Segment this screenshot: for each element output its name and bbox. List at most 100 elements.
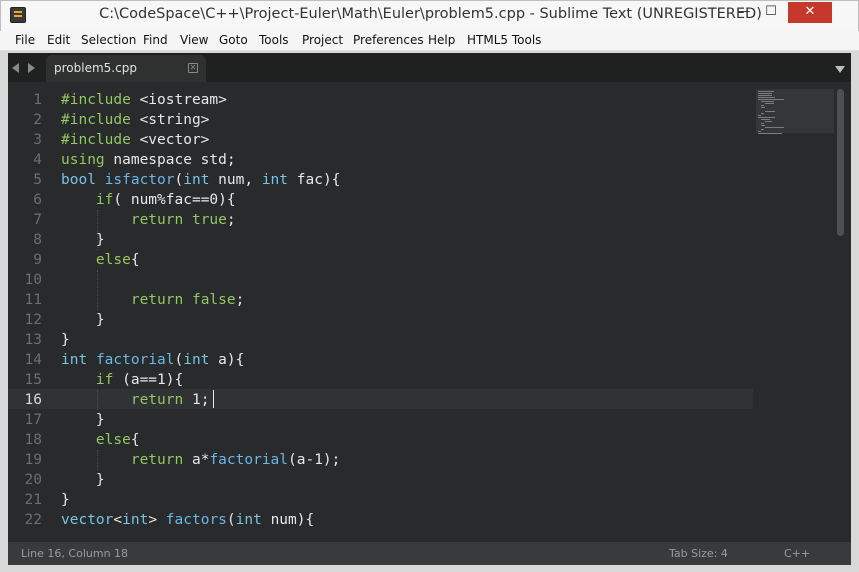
line-number-current: 16 (24, 392, 42, 408)
code-token: return (130, 392, 184, 408)
code-token: using (61, 152, 105, 168)
line-number: 15 (24, 372, 42, 388)
minimap-line (758, 97, 775, 98)
tab-problem5-cpp[interactable]: problem5.cpp ✕ (46, 55, 206, 82)
menu-tools[interactable]: Tools (259, 33, 289, 47)
minimap-line (764, 127, 785, 128)
code-line[interactable]: #include <vector> (61, 130, 209, 150)
menu-view[interactable]: View (180, 33, 208, 47)
code-line[interactable]: } (61, 330, 70, 350)
minimap-line (758, 117, 776, 118)
code-token: { (130, 432, 140, 448)
minimap-line (758, 115, 761, 116)
code-line[interactable]: else{ (61, 430, 140, 450)
line-number: 20 (24, 472, 42, 488)
line-number: 10 (24, 272, 42, 288)
code-line[interactable]: bool isfactor(int num, int fac){ (61, 170, 340, 190)
code-token: namespace std; (104, 152, 236, 168)
code-token: if (95, 192, 114, 208)
line-number-gutter[interactable]: 1 2 3 4 5 6 7 8 9 10 11 12 13 14 15 16 1… (8, 82, 58, 542)
code-line[interactable]: } (61, 470, 105, 490)
code-line[interactable]: else{ (61, 250, 140, 270)
code-area[interactable]: #include <iostream> #include <string> #inc… (61, 90, 751, 542)
code-token: } (61, 332, 70, 348)
line-number: 13 (24, 332, 42, 348)
code-line[interactable]: return a*factorial(a-1); (61, 450, 341, 470)
code-token: (a==1){ (113, 372, 184, 388)
close-window-button[interactable]: ✕ (788, 2, 832, 23)
code-token: } (61, 492, 70, 508)
code-token: vector (61, 512, 114, 528)
menu-bar: File Edit Selection Find View Goto Tools… (0, 31, 859, 51)
menu-find[interactable]: Find (143, 33, 168, 47)
line-number: 18 (24, 432, 42, 448)
line-number: 11 (24, 292, 42, 308)
minimap-line (761, 105, 765, 106)
code-token: <string> (130, 112, 210, 128)
menu-file[interactable]: File (15, 33, 35, 47)
minimap-line (764, 111, 776, 112)
code-line[interactable]: return true; (61, 210, 236, 230)
code-line[interactable]: } (61, 310, 105, 330)
minimize-button[interactable]: — (731, 2, 757, 23)
code-token: ( (226, 512, 236, 528)
maximize-button[interactable]: ☐ (758, 2, 784, 23)
code-token: num, (209, 172, 262, 188)
code-line[interactable]: int factorial(int a){ (61, 350, 244, 370)
code-line[interactable]: vector<int> factors(int num){ (61, 510, 314, 530)
code-token: (a-1); (288, 452, 341, 468)
code-token: bool (61, 172, 96, 188)
code-editor[interactable]: 1 2 3 4 5 6 7 8 9 10 11 12 13 14 15 16 1… (8, 82, 851, 542)
code-line[interactable]: } (61, 410, 105, 430)
code-token: ( (174, 172, 184, 188)
code-token: return (130, 452, 184, 468)
menu-help[interactable]: Help (428, 33, 455, 47)
tab-list-dropdown-icon[interactable] (835, 66, 845, 73)
line-number: 7 (33, 212, 42, 228)
window-title-bar[interactable]: C:\CodeSpace\C++\Project-Euler\Math\Eule… (0, 0, 859, 31)
line-number: 19 (24, 452, 42, 468)
tab-size-selector[interactable]: Tab Size: 4 (669, 547, 728, 560)
code-token: #include (61, 92, 131, 108)
code-token: true (191, 212, 227, 228)
code-token: isfactor (104, 172, 175, 188)
minimap[interactable] (756, 89, 834, 537)
code-token: } (61, 232, 105, 248)
line-number: 1 (33, 92, 42, 108)
code-line[interactable]: #include <iostream> (61, 90, 227, 110)
tab-prev-arrow-icon[interactable] (12, 63, 19, 73)
menu-preferences[interactable]: Preferences (353, 33, 424, 47)
tab-next-arrow-icon[interactable] (28, 63, 35, 73)
code-line[interactable]: return false; (61, 290, 245, 310)
menu-goto[interactable]: Goto (219, 33, 248, 47)
vertical-scrollbar-thumb[interactable] (837, 89, 844, 236)
code-token: return (130, 212, 184, 228)
text-caret (213, 390, 214, 408)
line-number: 6 (33, 192, 42, 208)
code-line[interactable]: #include <string> (61, 110, 209, 130)
line-number: 14 (24, 352, 42, 368)
code-line[interactable]: using namespace std; (61, 150, 236, 170)
code-token: ( (174, 352, 184, 368)
menu-project[interactable]: Project (302, 33, 343, 47)
tab-close-icon[interactable]: ✕ (188, 63, 198, 73)
code-token: factorial (209, 452, 289, 468)
menu-html5-tools[interactable]: HTML5 Tools (467, 33, 541, 47)
code-token: { (130, 252, 140, 268)
menu-selection[interactable]: Selection (81, 33, 136, 47)
code-line[interactable]: return 1; (61, 390, 210, 410)
code-line[interactable]: } (61, 490, 70, 510)
code-line[interactable]: if (a==1){ (61, 370, 183, 390)
code-line[interactable]: } (61, 230, 105, 250)
syntax-selector[interactable]: C++ (784, 547, 810, 560)
code-token: #include (61, 112, 131, 128)
minimap-line (761, 129, 765, 130)
minimap-line (761, 119, 770, 120)
minimap-line (761, 101, 775, 102)
code-line[interactable]: if( num%fac==0){ (61, 190, 236, 210)
menu-edit[interactable]: Edit (47, 33, 70, 47)
